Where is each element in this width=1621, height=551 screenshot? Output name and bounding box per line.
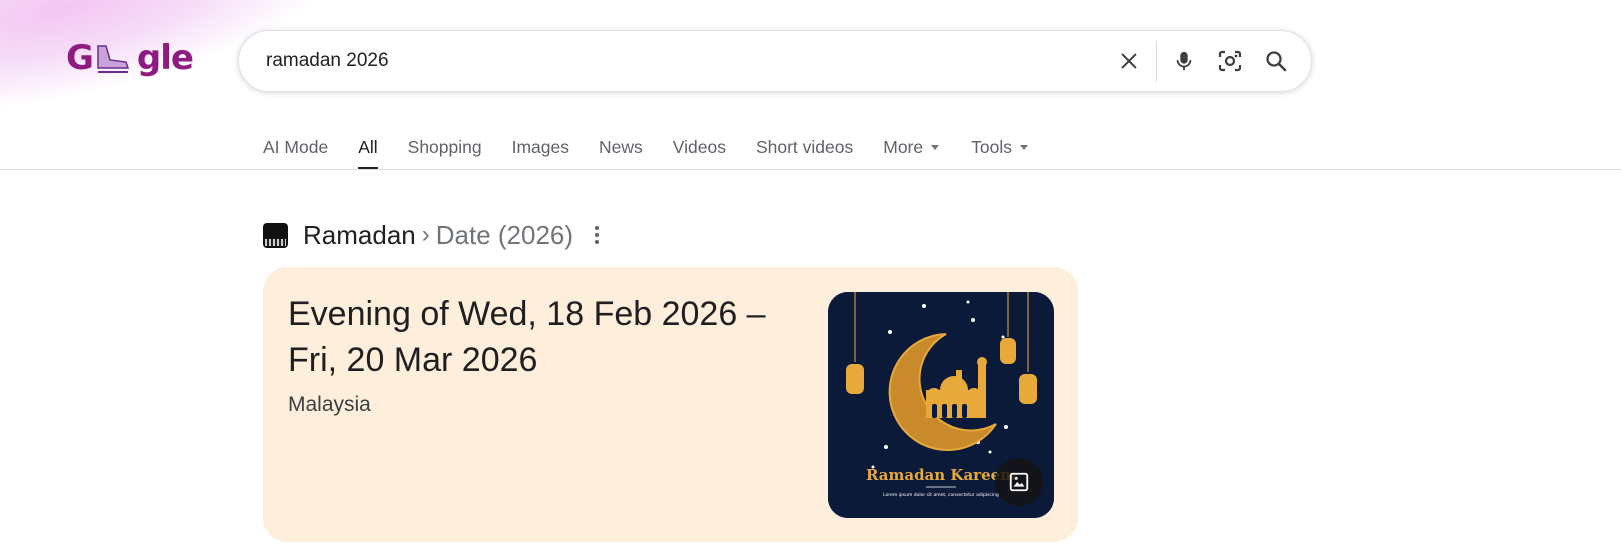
date-line-1: Evening of Wed, 18 Feb 2026 –	[288, 295, 766, 333]
tab-label: All	[358, 137, 378, 157]
tab-more[interactable]: More	[883, 124, 940, 170]
breadcrumb-sub: Date (2026)	[435, 219, 574, 250]
image-caption: Ramadan Kareem	[866, 466, 1016, 484]
favicon-icon	[263, 222, 288, 248]
tab-tools[interactable]: Tools	[971, 124, 1028, 170]
tab-label: Shopping	[407, 137, 482, 157]
tab-label: Images	[511, 137, 569, 157]
tab-ai-mode[interactable]: AI Mode	[263, 124, 328, 170]
search-icon	[1266, 51, 1287, 72]
view-image-button[interactable]	[995, 458, 1043, 506]
clear-button[interactable]	[1106, 38, 1152, 84]
tab-videos[interactable]: Videos	[673, 124, 726, 170]
tab-label: Tools	[971, 137, 1012, 157]
date-range: Evening of Wed, 18 Feb 2026 – Fri, 20 Ma…	[288, 291, 788, 383]
image-icon	[1009, 472, 1029, 492]
tab-label: More	[883, 137, 924, 157]
logo-wordmark: G	[66, 38, 94, 78]
voice-search-button[interactable]	[1161, 38, 1207, 84]
search-button[interactable]	[1253, 38, 1299, 84]
caret-down-icon	[1019, 144, 1028, 150]
search-box[interactable]	[238, 30, 1312, 92]
location-label: Malaysia	[288, 393, 371, 416]
google-logo[interactable]: G gle	[66, 34, 194, 82]
more-options-button[interactable]	[587, 223, 607, 247]
image-subcaption: Lorem ipsum dolor sit amet, consectetur …	[883, 492, 999, 498]
tab-shopping[interactable]: Shopping	[408, 124, 482, 170]
ramadan-date-card: Evening of Wed, 18 Feb 2026 – Fri, 20 Ma…	[263, 267, 1078, 542]
more-vert-icon	[595, 226, 600, 230]
tab-label: Short videos	[755, 137, 854, 157]
breadcrumb: Ramadan › Date (2026)	[263, 216, 607, 254]
mic-icon	[1176, 51, 1192, 71]
lens-button[interactable]	[1207, 38, 1253, 84]
caret-down-icon	[931, 144, 940, 150]
breadcrumb-separator: ›	[421, 221, 430, 248]
tab-images[interactable]: Images	[512, 124, 569, 170]
search-input[interactable]	[264, 40, 1106, 82]
tab-news[interactable]: News	[599, 124, 643, 170]
close-icon	[1121, 53, 1137, 69]
tab-all[interactable]: All	[358, 124, 379, 170]
logo-wordmark-tail: gle	[136, 38, 194, 78]
tab-label: AI Mode	[263, 137, 329, 157]
tab-label: News	[599, 137, 643, 157]
tab-label: Videos	[672, 137, 726, 157]
tabs-divider	[0, 169, 1621, 170]
date-line-2: Fri, 20 Mar 2026	[288, 341, 538, 379]
breadcrumb-main[interactable]: Ramadan	[303, 220, 416, 251]
search-tabs: AI Mode All Shopping Images News Videos …	[263, 124, 1028, 170]
search-divider	[1156, 41, 1157, 81]
lens-icon	[1218, 50, 1242, 72]
skate-icon	[97, 45, 130, 73]
tab-short-videos[interactable]: Short videos	[756, 124, 853, 170]
